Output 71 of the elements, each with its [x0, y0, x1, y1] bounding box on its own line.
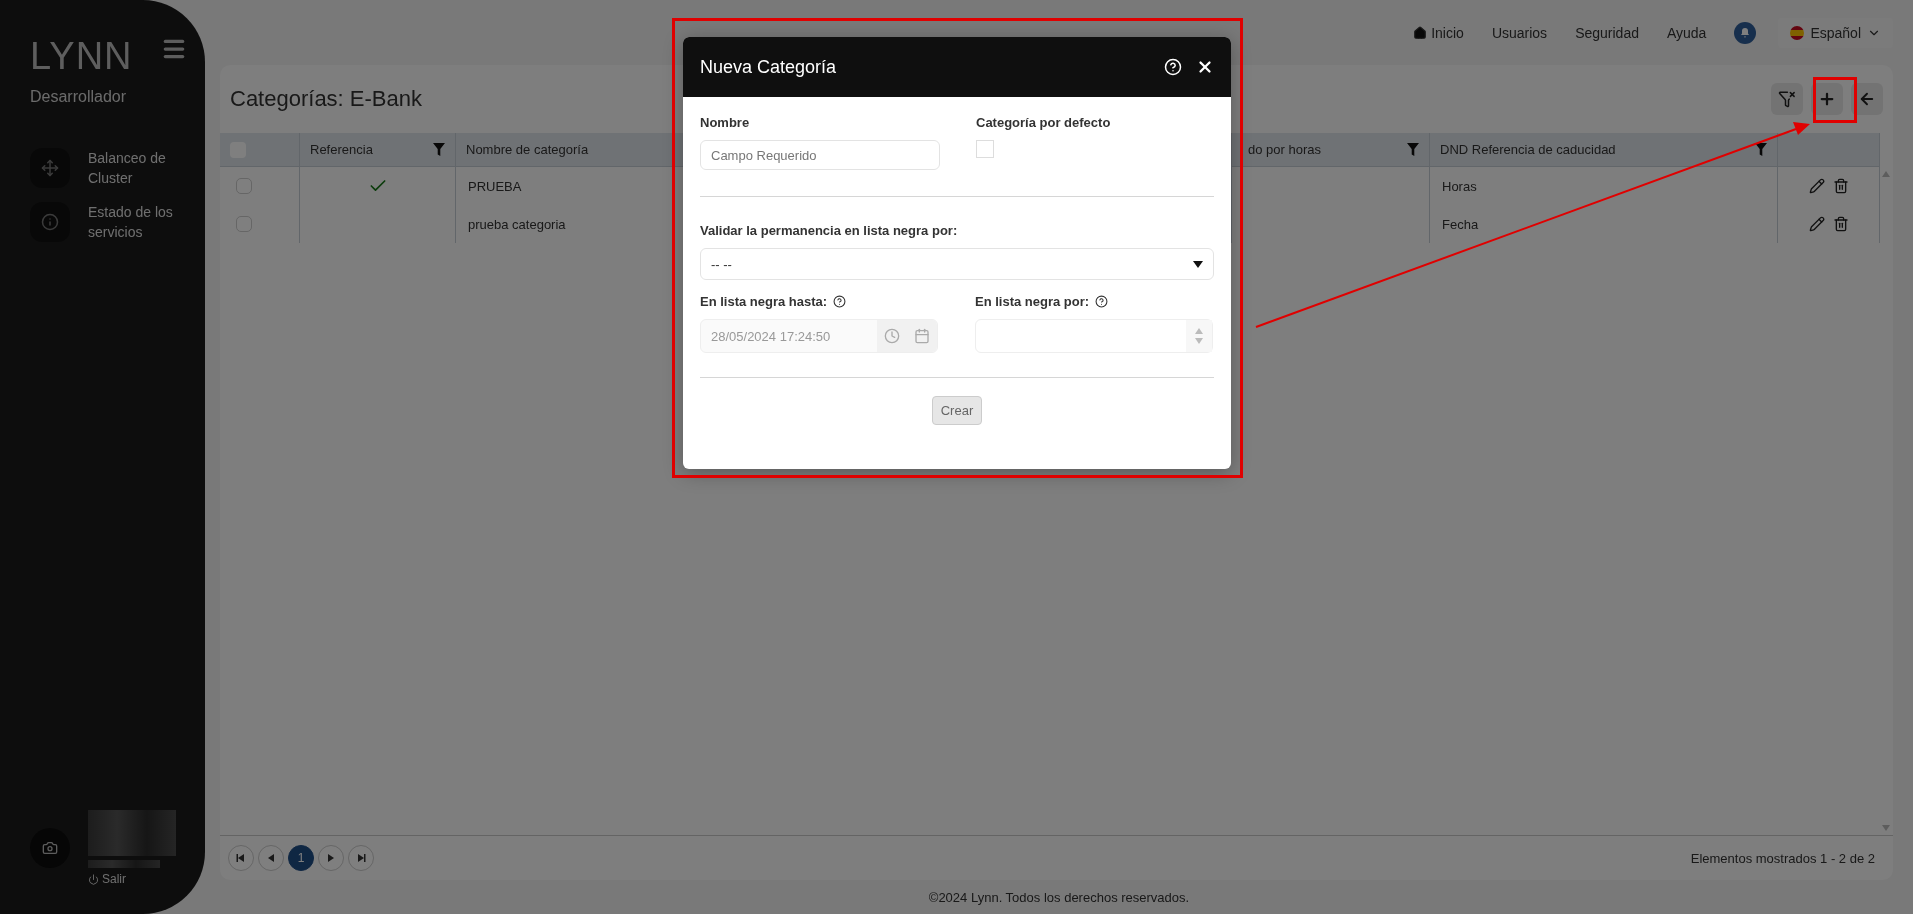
filter-icon[interactable]	[1407, 143, 1419, 156]
sidebar-item[interactable]: Balanceo de Cluster	[30, 148, 190, 188]
caret-icon	[1193, 260, 1203, 268]
nav-link[interactable]: Inicio	[1413, 24, 1464, 41]
field-label: En lista negra por:	[975, 294, 1090, 309]
previous-icon	[266, 853, 276, 863]
sidebar-item[interactable]: Estado de los servicios	[30, 202, 190, 242]
page-title: Categorías: E-Bank	[230, 86, 422, 112]
info-icon	[41, 213, 59, 231]
edit-button[interactable]	[1808, 216, 1825, 232]
column-label: Nombre de categoría	[466, 142, 589, 157]
notification-bell[interactable]	[1734, 21, 1757, 44]
table-cell: Horas	[1442, 178, 1477, 194]
first-page-button[interactable]	[228, 845, 254, 871]
column-label: do por horas	[1248, 142, 1321, 157]
pencil-icon	[1808, 216, 1825, 232]
back-button[interactable]	[1851, 83, 1883, 115]
row-checkbox[interactable]	[236, 216, 252, 232]
highlight-frame	[1813, 77, 1857, 123]
logo: LYNN	[30, 36, 133, 76]
results-summary: Elementos mostrados 1 - 2 de 2	[1690, 850, 1876, 866]
field-label: Validar la permanencia en lista negra por:	[700, 223, 959, 238]
field-label: En lista negra hasta:	[700, 294, 828, 309]
pencil-icon	[1808, 178, 1825, 194]
number-input[interactable]	[975, 319, 1213, 353]
trash-icon	[1832, 178, 1849, 194]
last-page-icon	[356, 853, 366, 863]
camera-icon	[42, 840, 58, 856]
table-cell: PRUEBA	[468, 178, 522, 194]
clear-filter-button[interactable]	[1771, 83, 1803, 115]
edit-button[interactable]	[1808, 178, 1825, 194]
help-icon[interactable]	[1095, 295, 1109, 308]
trash-icon	[1832, 216, 1849, 232]
next-icon	[326, 853, 336, 863]
first-page-icon	[236, 853, 246, 863]
filter-off-icon	[1778, 90, 1796, 108]
flag-icon	[1790, 25, 1805, 40]
page-button[interactable]: 1	[288, 845, 314, 871]
column-label: Referencia	[310, 142, 373, 157]
name-input[interactable]: Campo Requerido	[700, 140, 940, 170]
logout-button[interactable]: Salir	[88, 872, 176, 886]
row-checkbox[interactable]	[236, 178, 252, 194]
home-icon	[1413, 25, 1428, 40]
copyright-text: ©2024 Lynn. Todos los derechos reservados.	[928, 889, 1190, 905]
field-label: Categoría por defecto	[976, 115, 1112, 130]
last-page-button[interactable]	[348, 845, 374, 871]
clock-icon	[884, 328, 900, 344]
dialog-title: Nueva Categoría	[700, 56, 837, 78]
next-page-button[interactable]	[318, 845, 344, 871]
power-icon	[88, 873, 99, 885]
table-cell: Fecha	[1442, 216, 1479, 232]
user-role: Desarrollador	[30, 88, 128, 106]
field-label: Nombre	[700, 115, 751, 130]
delete-button[interactable]	[1832, 178, 1849, 194]
default-checkbox[interactable]	[976, 140, 994, 158]
calendar-icon	[914, 328, 930, 344]
nav-link[interactable]: Usuarios	[1491, 24, 1548, 41]
validate-select[interactable]: -- --	[700, 248, 1214, 280]
nav-link[interactable]: Seguridad	[1575, 24, 1639, 41]
filter-icon[interactable]	[433, 143, 445, 156]
help-icon[interactable]	[833, 295, 847, 308]
filter-icon[interactable]	[1755, 143, 1767, 156]
previous-page-button[interactable]	[258, 845, 284, 871]
move-arrows-icon	[41, 159, 59, 177]
pixelated-block	[88, 860, 160, 868]
nav-link[interactable]: Ayuda	[1666, 24, 1707, 41]
plus-icon	[1818, 90, 1836, 108]
column-label: DND Referencia de caducidad	[1440, 142, 1616, 157]
table-cell: prueba categoria	[468, 216, 566, 232]
delete-button[interactable]	[1832, 216, 1849, 232]
close-icon[interactable]	[1196, 58, 1214, 76]
